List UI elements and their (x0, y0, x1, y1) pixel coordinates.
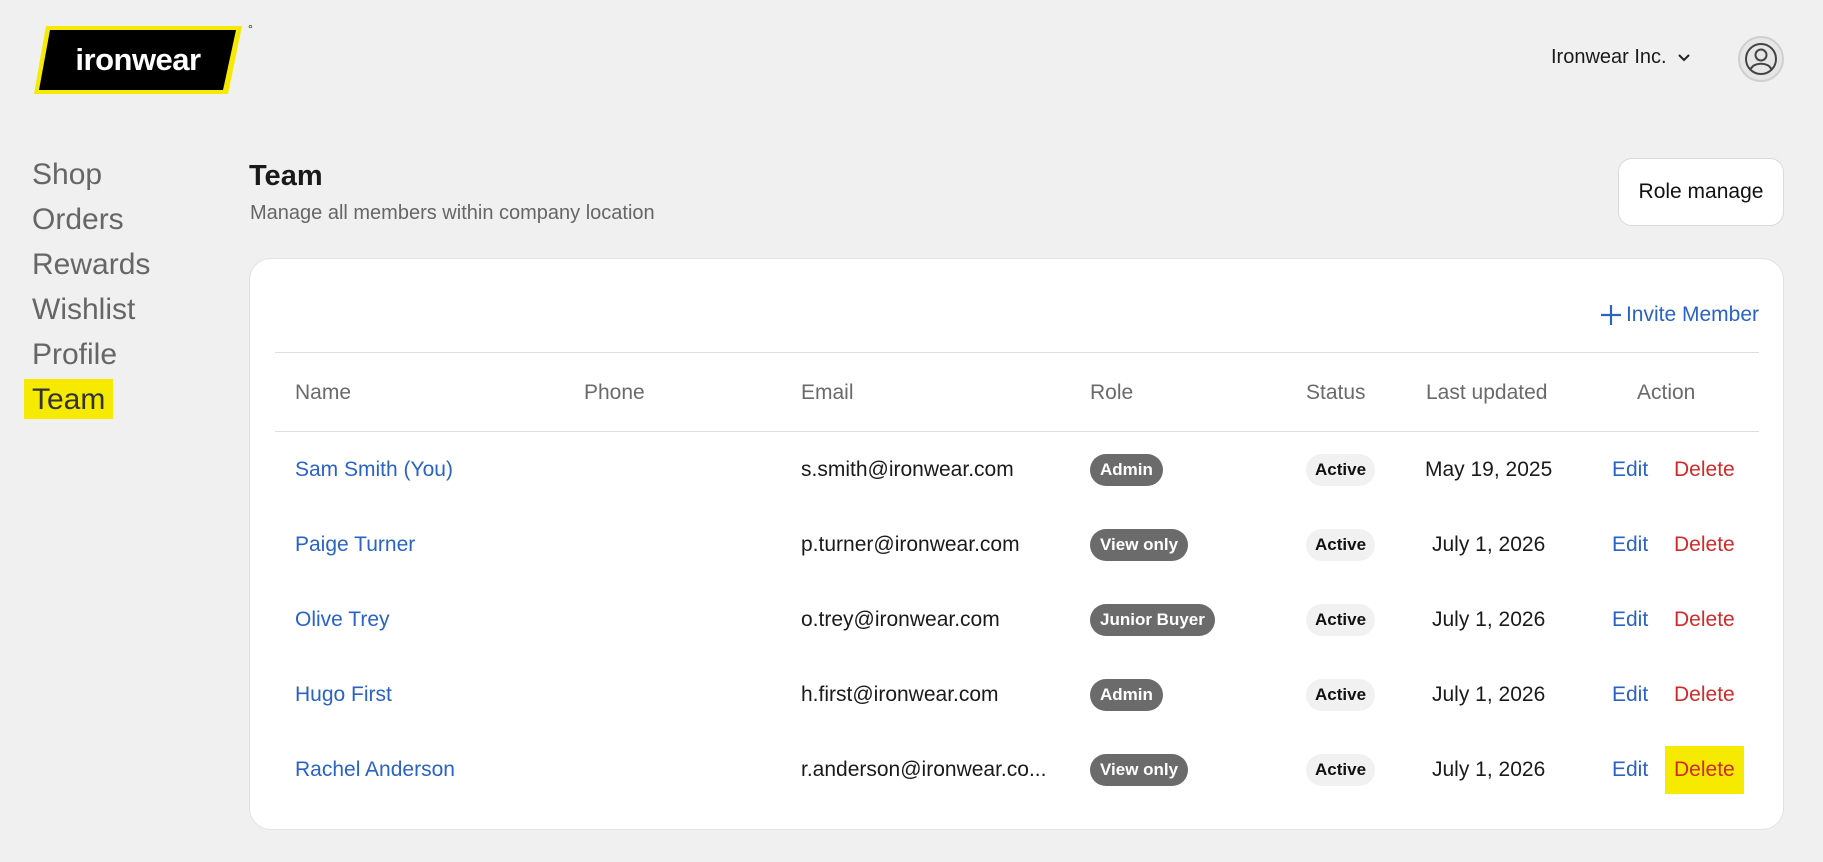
edit-button[interactable]: Edit (1612, 683, 1648, 707)
table-row: Olive Trey o.trey@ironwear.com Junior Bu… (250, 583, 1783, 657)
ironwear-logo[interactable]: ironwear (32, 24, 244, 96)
column-header-last-updated: Last updated (1426, 381, 1548, 404)
role-badge: View only (1090, 754, 1189, 786)
last-updated: July 1, 2026 (1432, 608, 1546, 631)
edit-button[interactable]: Edit (1612, 458, 1648, 482)
member-name-link[interactable]: Olive Trey (295, 608, 390, 632)
role-badge: View only (1090, 529, 1189, 561)
role-manage-button[interactable]: Role manage (1618, 158, 1784, 226)
invite-member-button[interactable]: Invite Member (1600, 303, 1759, 327)
table-row: Sam Smith (You) s.smith@ironwear.com Adm… (250, 433, 1783, 507)
company-selector[interactable]: Ironwear Inc. (1551, 46, 1691, 69)
sidebar-item-orders[interactable]: Orders (24, 199, 158, 239)
divider (275, 352, 1759, 353)
table-row: Rachel Anderson r.anderson@ironwear.co..… (250, 733, 1783, 807)
sidebar-item-rewards[interactable]: Rewards (24, 244, 158, 284)
logo-text: ironwear (75, 42, 201, 77)
member-email: s.smith@ironwear.com (801, 458, 1014, 481)
sidebar-item-wishlist[interactable]: Wishlist (24, 289, 158, 329)
last-updated: July 1, 2026 (1432, 533, 1546, 556)
edit-button[interactable]: Edit (1612, 758, 1648, 782)
column-header-role: Role (1090, 381, 1134, 404)
delete-button[interactable]: Delete (1665, 596, 1744, 644)
role-badge: Admin (1090, 679, 1163, 711)
member-name-link[interactable]: Sam Smith (You) (295, 458, 453, 482)
last-updated: May 19, 2025 (1425, 458, 1553, 481)
sidebar-item-profile[interactable]: Profile (24, 334, 158, 374)
user-avatar-button[interactable] (1738, 36, 1784, 82)
plus-icon (1600, 305, 1621, 325)
delete-button[interactable]: Delete (1665, 446, 1744, 494)
delete-button[interactable]: Delete (1665, 521, 1744, 569)
member-email: h.first@ironwear.com (801, 683, 999, 706)
role-badge: Admin (1090, 454, 1163, 486)
delete-button[interactable]: Delete (1665, 671, 1744, 719)
column-header-name: Name (295, 381, 352, 404)
member-email: r.anderson@ironwear.co... (801, 758, 1047, 781)
member-email: o.trey@ironwear.com (801, 608, 1000, 631)
edit-button[interactable]: Edit (1612, 533, 1648, 557)
page-subtitle: Manage all members within company locati… (250, 202, 655, 224)
edit-button[interactable]: Edit (1612, 608, 1648, 632)
status-badge: Active (1306, 604, 1376, 636)
last-updated: July 1, 2026 (1432, 683, 1546, 706)
column-header-action: Action (1637, 381, 1696, 404)
delete-button[interactable]: Delete (1665, 746, 1744, 794)
table-row: Paige Turner p.turner@ironwear.com View … (250, 508, 1783, 582)
column-header-phone: Phone (584, 381, 645, 404)
status-badge: Active (1306, 754, 1376, 786)
chevron-down-icon (1677, 53, 1690, 61)
member-email: p.turner@ironwear.com (801, 533, 1020, 556)
team-members-card: Invite Member Name Phone Email Role Stat… (249, 258, 1784, 830)
column-header-status: Status (1306, 381, 1366, 404)
invite-member-label: Invite Member (1625, 303, 1759, 326)
member-name-link[interactable]: Rachel Anderson (295, 758, 455, 782)
member-name-link[interactable]: Hugo First (295, 683, 392, 707)
page-title: Team (249, 160, 323, 192)
sidebar-nav: Shop Orders Rewards Wishlist Profile Tea… (24, 154, 158, 424)
logo-mark: ° (248, 22, 253, 36)
last-updated: July 1, 2026 (1432, 758, 1546, 781)
role-badge: Junior Buyer (1090, 604, 1215, 636)
column-header-email: Email (801, 381, 854, 404)
company-name: Ironwear Inc. (1551, 46, 1667, 68)
sidebar-item-shop[interactable]: Shop (24, 154, 158, 194)
sidebar-item-team[interactable]: Team (24, 379, 114, 419)
divider (275, 431, 1759, 432)
table-row: Hugo First h.first@ironwear.com Admin Ac… (250, 658, 1783, 732)
status-badge: Active (1306, 679, 1376, 711)
user-icon (1745, 43, 1777, 75)
status-badge: Active (1306, 529, 1376, 561)
status-badge: Active (1306, 454, 1376, 486)
member-name-link[interactable]: Paige Turner (295, 533, 415, 557)
